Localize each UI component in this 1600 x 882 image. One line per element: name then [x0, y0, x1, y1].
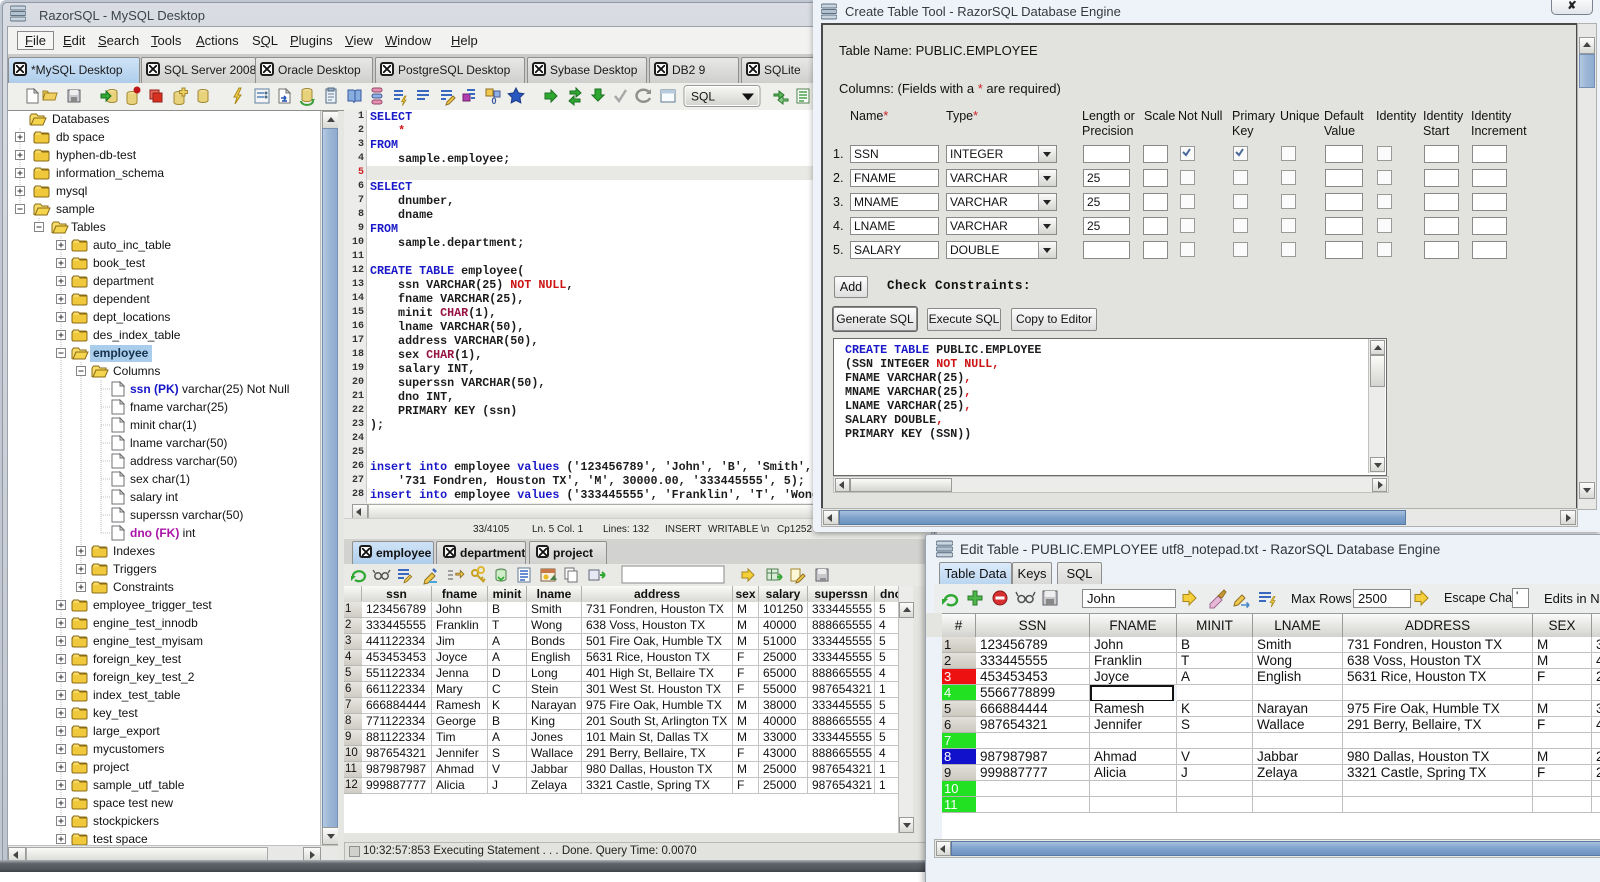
svg-text:dept_locations: dept_locations: [93, 310, 170, 324]
svg-text:dno (FK) int: dno (FK) int: [130, 526, 196, 540]
svg-text:0: 0: [491, 96, 496, 106]
svg-text:Triggers: Triggers: [113, 562, 157, 576]
svg-text:index_test_table: index_test_table: [93, 688, 181, 702]
svg-text:dependent: dependent: [93, 292, 150, 306]
svg-text:key_test: key_test: [93, 706, 138, 720]
svg-text:Constraints: Constraints: [113, 580, 174, 594]
svg-text:superssn varchar(50): superssn varchar(50): [130, 508, 243, 522]
svg-text:mysql: mysql: [56, 184, 87, 198]
svg-text:project: project: [93, 760, 130, 774]
svg-text:auto_inc_table: auto_inc_table: [93, 238, 171, 252]
svg-text:mycustomers: mycustomers: [93, 742, 164, 756]
svg-text:Databases: Databases: [52, 112, 109, 126]
svg-text:book_test: book_test: [93, 256, 146, 270]
svg-text:sample_utf_table: sample_utf_table: [93, 778, 185, 792]
svg-text:foreign_key_test_2: foreign_key_test_2: [93, 670, 195, 684]
svg-text:Tables: Tables: [71, 220, 106, 234]
svg-text:large_export: large_export: [93, 724, 160, 738]
svg-text:SQL: SQL: [691, 90, 715, 104]
svg-text:lname varchar(50): lname varchar(50): [130, 436, 227, 450]
svg-text:Indexes: Indexes: [113, 544, 155, 558]
svg-text:Columns: Columns: [113, 364, 160, 378]
svg-text:employee_trigger_test: employee_trigger_test: [93, 598, 212, 612]
svg-text:salary int: salary int: [130, 490, 179, 504]
svg-text:engine_test_innodb: engine_test_innodb: [93, 616, 198, 630]
svg-text:minit char(1): minit char(1): [130, 418, 197, 432]
svg-text:engine_test_myisam: engine_test_myisam: [93, 634, 203, 648]
svg-text:information_schema: information_schema: [56, 166, 164, 180]
svg-text:space test new: space test new: [93, 796, 173, 810]
svg-text:db space: db space: [56, 130, 105, 144]
svg-text:address varchar(50): address varchar(50): [130, 454, 237, 468]
svg-text:employee: employee: [93, 346, 149, 360]
svg-text:des_index_table: des_index_table: [93, 328, 181, 342]
svg-text:stockpickers: stockpickers: [93, 814, 159, 828]
svg-text:fname varchar(25): fname varchar(25): [130, 400, 228, 414]
svg-text:hyphen-db-test: hyphen-db-test: [56, 148, 137, 162]
svg-text:department: department: [93, 274, 154, 288]
svg-text:foreign_key_test: foreign_key_test: [93, 652, 182, 666]
svg-text:sample: sample: [56, 202, 95, 216]
svg-text:sex char(1): sex char(1): [130, 472, 190, 486]
svg-text:ssn (PK) varchar(25) Not Null: ssn (PK) varchar(25) Not Null: [130, 382, 289, 396]
svg-text:test space: test space: [93, 832, 148, 846]
